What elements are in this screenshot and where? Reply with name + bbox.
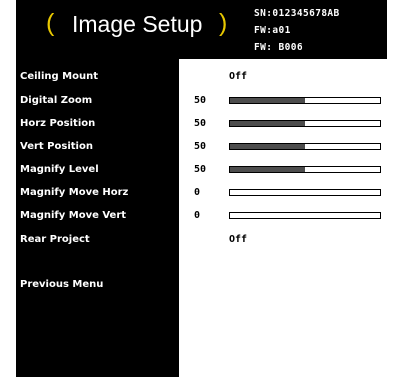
rear-project-value[interactable]: Off [229, 234, 247, 245]
horz-position-slider[interactable] [229, 120, 381, 127]
firmware-version-1: FW:a01 [254, 25, 291, 36]
previous-menu-item[interactable]: Previous Menu [20, 279, 103, 290]
digital-zoom-slider[interactable] [229, 97, 381, 104]
digital-zoom-value: 50 [194, 95, 207, 106]
digital-zoom-slider-fill [230, 98, 305, 103]
serial-number: SN:012345678AB [254, 8, 340, 19]
title-paren-open: ( [46, 9, 55, 37]
menu-item-digital-zoom[interactable]: Digital Zoom [20, 95, 92, 106]
ceiling-mount-value[interactable]: Off [229, 71, 247, 82]
menu-item-vert-position[interactable]: Vert Position [20, 141, 93, 152]
magnify-level-value: 50 [194, 164, 207, 175]
menu-labels-panel: Ceiling Mount Digital Zoom Horz Position… [16, 60, 179, 377]
vert-position-slider[interactable] [229, 143, 381, 150]
menu-item-magnify-move-vert[interactable]: Magnify Move Vert [20, 210, 126, 221]
vert-position-value: 50 [194, 141, 207, 152]
menu-item-magnify-move-horz[interactable]: Magnify Move Horz [20, 187, 128, 198]
page-title: Image Setup [72, 11, 203, 37]
menu-values-panel: Off 50 50 50 50 0 0 Off [179, 59, 387, 377]
magnify-level-slider-fill [230, 167, 305, 172]
menu-item-ceiling-mount[interactable]: Ceiling Mount [20, 71, 98, 82]
vert-position-slider-fill [230, 144, 305, 149]
firmware-version-2: FW: B006 [254, 42, 303, 53]
magnify-move-vert-value: 0 [194, 210, 201, 221]
horz-position-value: 50 [194, 118, 207, 129]
menu-item-rear-project[interactable]: Rear Project [20, 234, 90, 245]
magnify-move-horz-slider[interactable] [229, 189, 381, 196]
horz-position-slider-fill [230, 121, 305, 126]
menu-item-horz-position[interactable]: Horz Position [20, 118, 95, 129]
magnify-move-vert-slider[interactable] [229, 212, 381, 219]
magnify-move-horz-value: 0 [194, 187, 201, 198]
menu-header: ( Image Setup ) SN:012345678AB FW:a01 FW… [16, 0, 387, 60]
menu-item-magnify-level[interactable]: Magnify Level [20, 164, 99, 175]
magnify-level-slider[interactable] [229, 166, 381, 173]
title-paren-close: ) [219, 9, 228, 37]
osd-menu: ( Image Setup ) SN:012345678AB FW:a01 FW… [16, 0, 387, 377]
